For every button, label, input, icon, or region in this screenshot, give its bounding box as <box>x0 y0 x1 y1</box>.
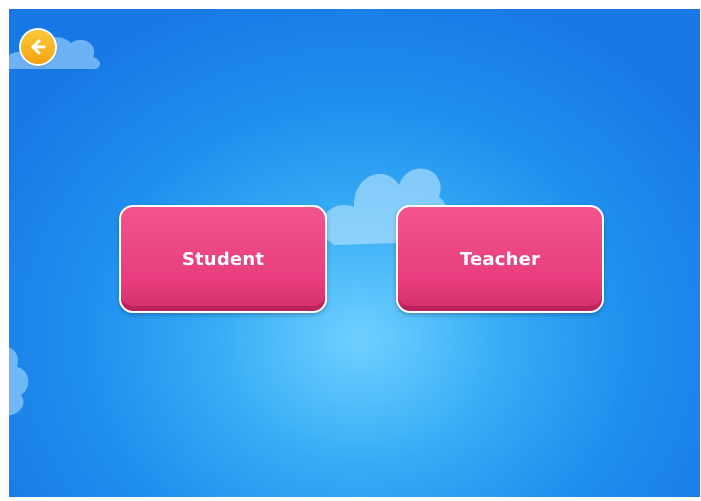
student-button-label: Student <box>181 248 265 270</box>
arrow-left-icon <box>31 39 46 55</box>
teacher-button[interactable]: Teacher <box>396 205 604 313</box>
role-select-screen: Student Teacher <box>9 9 700 497</box>
back-button[interactable] <box>21 30 55 64</box>
teacher-button-label: Teacher <box>459 248 541 270</box>
cloud-left-edge-decoration <box>9 347 29 416</box>
student-button[interactable]: Student <box>119 205 327 313</box>
